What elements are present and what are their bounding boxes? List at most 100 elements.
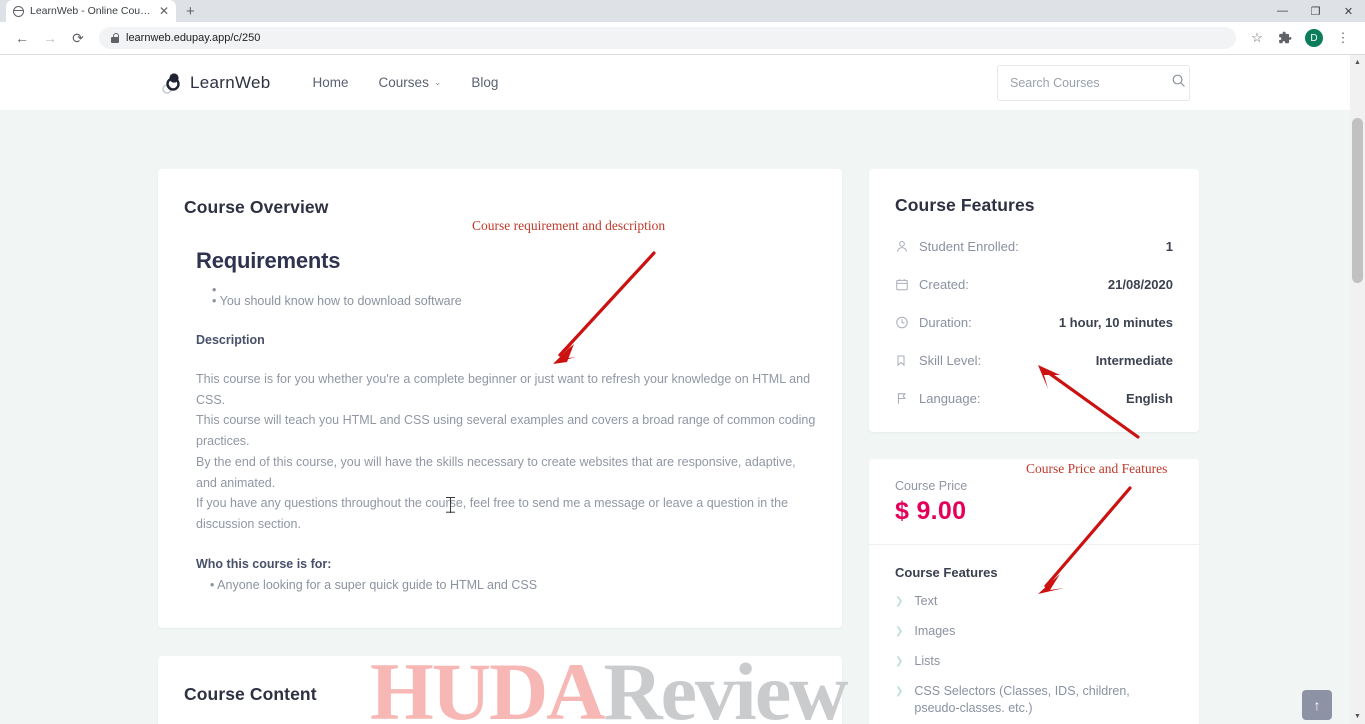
feature-value: 21/08/2020 <box>1107 276 1173 292</box>
list-item: You should know how to download software <box>212 291 816 311</box>
sidebar-column: Course Features Student Enrolled: 1 Crea… <box>869 169 1199 724</box>
feature-label: Language: <box>919 390 981 406</box>
chevron-right-icon: ❯ <box>895 656 904 667</box>
page-scrollbar[interactable]: ▲ ▼ <box>1350 55 1365 724</box>
close-icon[interactable]: ✕ <box>159 5 169 17</box>
list-item: ❯ Lists <box>895 653 1173 670</box>
nav-item-home-label: Home <box>312 75 349 90</box>
course-content-card: Course Content ▷ Course: Text <box>158 656 842 724</box>
lock-icon <box>111 33 120 43</box>
clock-icon <box>895 314 913 330</box>
feature-label: Duration: <box>919 314 972 330</box>
course-content-title: Course Content <box>184 684 317 704</box>
address-bar[interactable]: learnweb.edupay.app/c/250 <box>99 27 1236 49</box>
list-item: ❯ Images <box>895 623 1173 640</box>
logo-circles-icon <box>160 72 186 94</box>
feature-label: Student Enrolled: <box>919 238 1019 254</box>
course-features-card: Course Features Student Enrolled: 1 Crea… <box>869 169 1199 432</box>
page-viewport: LearnWeb Home Courses ⌄ Blog Search Cour… <box>0 55 1365 724</box>
chevron-right-icon: ❯ <box>895 626 904 637</box>
main-nav: Home Courses ⌄ Blog <box>313 75 499 90</box>
description-label: Description <box>196 333 265 347</box>
chevron-right-icon: ❯ <box>895 596 904 607</box>
profile-avatar[interactable]: D <box>1305 29 1323 47</box>
price-features-title: Course Features <box>895 565 998 580</box>
minimize-icon[interactable]: — <box>1266 0 1299 22</box>
nav-item-home[interactable]: Home <box>313 75 349 90</box>
list-item-label: Images <box>914 624 956 638</box>
description-paragraph: This course is for you whether you're a … <box>196 372 811 407</box>
list-item-label: Lists <box>914 654 941 668</box>
feature-value: 1 hour, 10 minutes <box>1058 314 1173 330</box>
browser-toolbar: ← → ⟳ learnweb.edupay.app/c/250 ☆ D ⋮ <box>0 22 1365 55</box>
scrollbar-up-arrow-icon[interactable]: ▲ <box>1350 55 1365 70</box>
list-item-label: Text <box>914 594 938 608</box>
requirements-list: You should know how to download software <box>212 280 816 311</box>
feature-label: Created: <box>919 276 969 292</box>
list-item: ❯ CSS Selectors (Classes, IDS, children,… <box>895 683 1173 717</box>
globe-icon <box>12 5 24 17</box>
price-features-body: Course Features ❯ Text ❯ Images ❯ Lists <box>869 545 1199 724</box>
price-caption: Course Price <box>895 479 968 493</box>
scroll-to-top-button[interactable]: ↑ <box>1302 690 1332 720</box>
new-tab-button[interactable]: + <box>186 4 195 22</box>
forward-icon[interactable]: → <box>37 25 63 51</box>
description-paragraph: This course will teach you HTML and CSS … <box>196 413 816 449</box>
window-controls: — ❐ ✕ <box>1266 0 1365 22</box>
feature-row-student-enrolled: Student Enrolled: 1 <box>895 238 1173 254</box>
bookmark-star-icon[interactable]: ☆ <box>1244 25 1270 51</box>
who-is-for-list: Anyone looking for a super quick guide t… <box>210 575 816 595</box>
arrow-up-icon: ↑ <box>1313 697 1321 713</box>
feature-row-created: Created: 21/08/2020 <box>895 276 1173 292</box>
annotation-label-requirements: Course requirement and description <box>472 218 666 233</box>
course-overview-card: Course Overview Requirements You should … <box>158 169 842 628</box>
feature-row-duration: Duration: 1 hour, 10 minutes <box>895 314 1173 330</box>
user-icon <box>895 238 913 254</box>
search-box[interactable] <box>997 64 1190 101</box>
page-title: Course Overview <box>184 197 329 217</box>
window-close-icon[interactable]: ✕ <box>1332 0 1365 22</box>
who-is-for-label: Who this course is for: <box>196 556 332 571</box>
course-price-card: Course Price $ 9.00 Course Features ❯ Te… <box>869 459 1199 724</box>
maximize-icon[interactable]: ❐ <box>1299 0 1332 22</box>
tab-title: LearnWeb - Online Courses <box>30 5 153 17</box>
nav-item-blog-label: Blog <box>471 75 499 90</box>
list-item: ❯ Text <box>895 593 1173 610</box>
list-item-label: CSS Selectors (Classes, IDS, children, p… <box>914 684 1130 715</box>
site-header: LearnWeb Home Courses ⌄ Blog <box>0 55 1350 110</box>
feature-value: Intermediate <box>1095 352 1173 368</box>
feature-value: 1 <box>1165 238 1173 254</box>
annotation-label-price: Course Price and Features <box>1026 461 1168 476</box>
back-icon[interactable]: ← <box>9 25 35 51</box>
brand-logo-group[interactable]: LearnWeb <box>160 72 271 94</box>
course-features-title: Course Features <box>895 195 1035 215</box>
feature-label: Skill Level: <box>919 352 982 368</box>
price-features-list: ❯ Text ❯ Images ❯ Lists ❯ CSS Selectors … <box>895 593 1173 724</box>
nav-item-blog[interactable]: Blog <box>471 75 498 90</box>
browser-menu-icon[interactable]: ⋮ <box>1330 25 1356 51</box>
feature-row-skill-level: Skill Level: Intermediate <box>895 352 1173 368</box>
reload-icon[interactable]: ⟳ <box>65 25 91 51</box>
extensions-puzzle-icon[interactable] <box>1272 25 1298 51</box>
flag-icon <box>895 390 913 406</box>
description-body: This course is for you whether you're a … <box>196 369 816 535</box>
feature-value: English <box>1126 390 1173 406</box>
main-column: Course Overview Requirements You should … <box>158 169 842 724</box>
price-value: $ 9.00 <box>895 497 967 525</box>
calendar-icon <box>895 276 913 292</box>
search-input[interactable] <box>1010 75 1171 90</box>
list-item <box>212 280 816 291</box>
chevron-right-icon: ❯ <box>895 686 904 697</box>
feature-row-language: Language: English <box>895 390 1173 406</box>
tab-strip: LearnWeb - Online Courses ✕ + — ❐ ✕ <box>0 0 1365 22</box>
scrollbar-thumb[interactable] <box>1352 118 1363 283</box>
browser-tab[interactable]: LearnWeb - Online Courses ✕ <box>6 0 176 22</box>
brand-name: LearnWeb <box>190 72 271 92</box>
description-paragraph: If you have any questions throughout the… <box>196 496 789 531</box>
address-bar-url: learnweb.edupay.app/c/250 <box>126 32 261 44</box>
description-paragraph: By the end of this course, you will have… <box>196 454 796 490</box>
scrollbar-down-arrow-icon[interactable]: ▼ <box>1350 709 1365 724</box>
nav-item-courses[interactable]: Courses ⌄ <box>379 75 442 90</box>
bookmark-icon <box>895 352 913 368</box>
search-icon[interactable] <box>1171 73 1186 93</box>
